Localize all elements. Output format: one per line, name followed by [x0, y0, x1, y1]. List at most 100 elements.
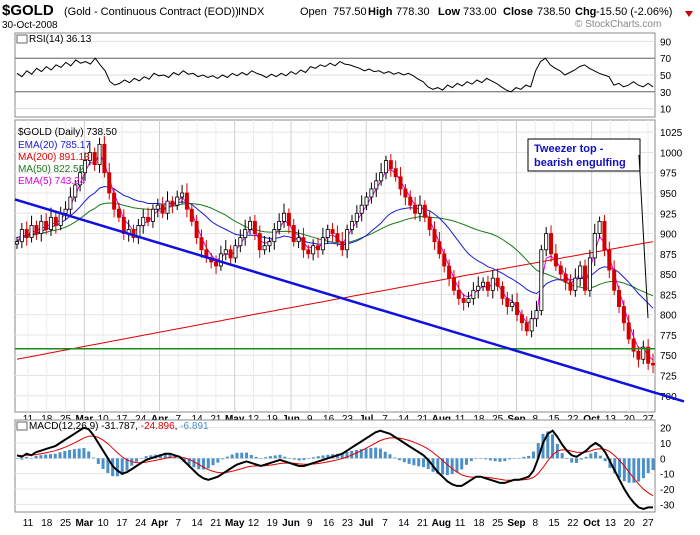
candle-body [442, 253, 447, 267]
histogram-bar [598, 455, 602, 459]
rsi-tick-label: 10 [660, 105, 672, 116]
histogram-bar [311, 457, 315, 459]
stockchart-figure: $GOLD (Gold - Continuous Contract (EOD))… [2, 2, 693, 529]
candle-body [354, 212, 359, 222]
candle-body [524, 322, 529, 332]
candle-body [107, 172, 112, 194]
histogram-bar [29, 458, 33, 459]
candle-body [39, 220, 44, 234]
candle-body [447, 265, 452, 279]
histogram-bar [584, 456, 588, 459]
candle-body [500, 285, 505, 299]
candle-body [646, 346, 651, 364]
histogram-bar [44, 454, 48, 459]
histogram-bar [574, 458, 578, 463]
price-tick-label: 925 [660, 209, 677, 220]
date-label: 14 [192, 518, 204, 529]
candle-body [403, 188, 408, 198]
histogram-bar [469, 458, 473, 462]
histogram-bar [144, 456, 148, 459]
histogram-bar [508, 458, 512, 460]
date-label: 25 [492, 518, 504, 529]
histogram-bar [77, 448, 81, 459]
histogram-bar [355, 449, 359, 459]
candle-body [272, 229, 277, 243]
histogram-bar [87, 451, 91, 459]
histogram-bar [527, 455, 531, 459]
histogram-bar [58, 452, 62, 459]
symbol-title: $GOLD [2, 2, 54, 19]
date-label: 18 [473, 518, 485, 529]
candle-body [102, 143, 107, 174]
candle-body [301, 237, 306, 251]
histogram-bar [264, 457, 268, 459]
macd-frame [14, 419, 656, 513]
date-axis-labels-bottom: 11 18 25 Mar 10 17 24 Apr 7 14 21 May 12 19 Jun 9 16 23 Ju… [23, 518, 654, 529]
date-label: 17 [116, 518, 128, 529]
date-label: Apr [151, 518, 168, 529]
rsi-tick-label: 70 [660, 54, 672, 65]
chart-date: 30-Oct-2008 [2, 20, 58, 31]
date-label: 24 [135, 518, 147, 529]
histogram-bar [498, 458, 502, 462]
candle-body [515, 302, 520, 316]
date-label: 20 [624, 518, 636, 529]
candle-body [534, 310, 539, 320]
histogram-bar [63, 450, 67, 459]
macd-tick-label: 0 [660, 454, 666, 465]
histogram-bar [393, 457, 397, 459]
macd-swatch-icon [16, 421, 28, 431]
histogram-bar [641, 458, 645, 479]
legend-ema5: EMA(5) 743.24 [18, 176, 86, 187]
candle-body [359, 204, 364, 214]
close-label: Close [503, 6, 533, 18]
date-label: 12 [248, 518, 260, 529]
legend-ma50: MA(50) 822.52 [18, 164, 85, 175]
histogram-bar [646, 458, 650, 473]
candle-body [451, 277, 456, 291]
candle-body [194, 220, 199, 239]
date-label: 16 [323, 518, 335, 529]
chart-canvas: $GOLD (Gold - Continuous Contract (EOD))… [0, 0, 700, 530]
candle-body [374, 180, 379, 190]
candle-body [170, 200, 175, 206]
histogram-bar [20, 458, 24, 460]
signal-value: -24.896 [141, 421, 175, 432]
histogram-bar [388, 454, 392, 459]
candle-body [578, 265, 583, 279]
histogram-bar [455, 458, 459, 473]
candle-body [335, 233, 340, 243]
date-label: 27 [642, 518, 654, 529]
candle-body [248, 220, 253, 230]
histogram-bar [383, 451, 387, 459]
date-label: Sep [507, 518, 525, 529]
candle-body [505, 298, 510, 307]
candle-body [262, 245, 267, 251]
candle-body [252, 220, 257, 234]
candle-body [291, 225, 296, 243]
candle-body [58, 212, 63, 226]
histogram-bar [517, 458, 521, 459]
date-label: 11 [455, 518, 466, 529]
legend-ema20: EMA(20) 785.17 [18, 140, 91, 151]
legend-ma200: MA(200) 891.13 [18, 152, 90, 163]
histogram-bar [225, 456, 229, 459]
candle-body [519, 314, 524, 324]
candle-body [63, 208, 68, 214]
histogram-bar [240, 452, 244, 459]
high-value: 778.30 [396, 6, 430, 18]
date-label: 15 [548, 518, 560, 529]
date-label: Oct [583, 518, 600, 529]
candle-body [476, 285, 481, 291]
candle-body [325, 229, 330, 239]
candle-body [233, 245, 238, 259]
candle-body [306, 249, 311, 255]
candle-body [427, 216, 432, 230]
candle-body [549, 233, 554, 255]
histogram-bar [115, 458, 119, 477]
candle-body [228, 249, 233, 259]
histogram-bar [398, 458, 402, 461]
histogram-bar [579, 458, 583, 460]
candle-body [345, 229, 350, 251]
candle-body [388, 160, 393, 170]
